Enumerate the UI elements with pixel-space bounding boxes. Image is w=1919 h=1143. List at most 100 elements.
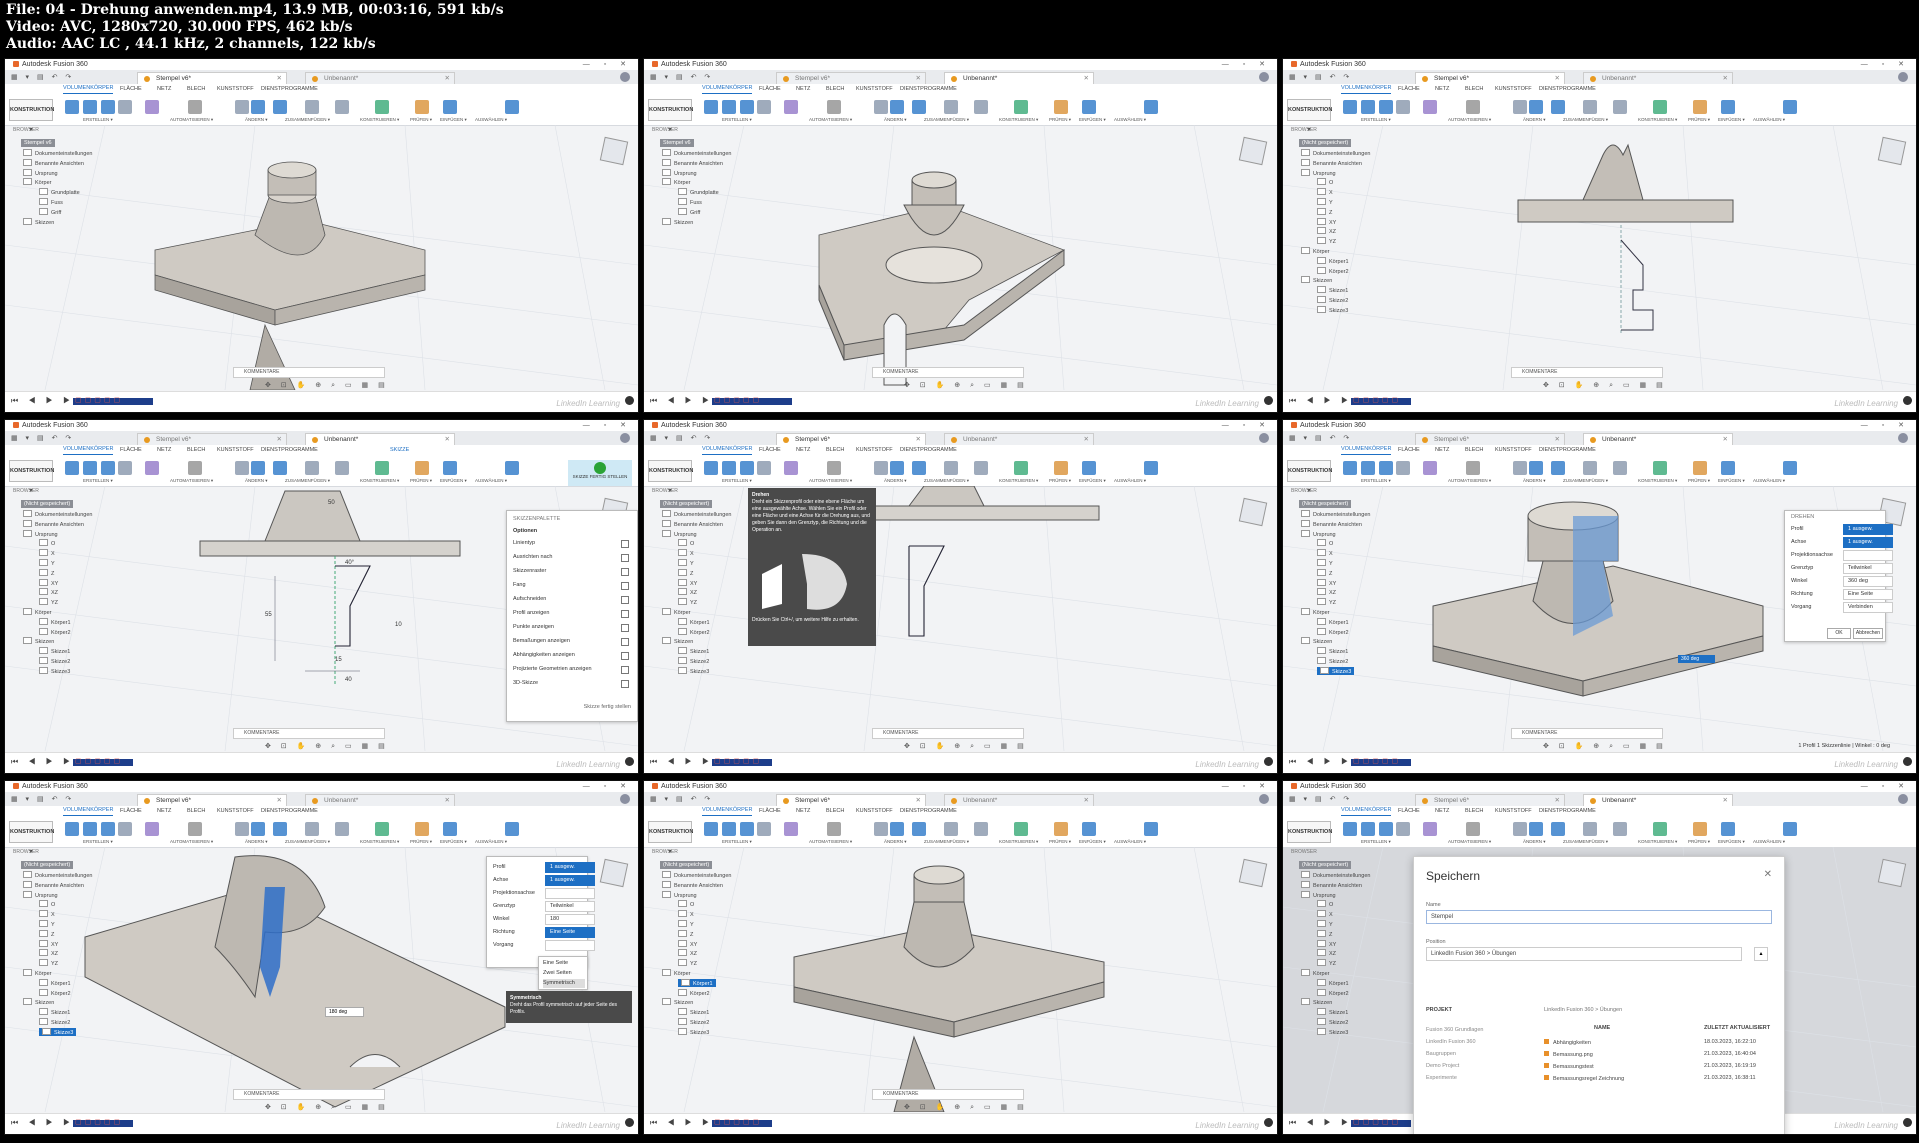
toolbar-group-label[interactable]: ZUSAMMENFÜGEN ▾ <box>285 117 330 123</box>
toolbar-group-label[interactable]: ÄNDERN ▾ <box>884 478 907 484</box>
revolve-param-row[interactable]: Winkel 360 deg <box>1791 575 1893 587</box>
toolbar-tool-icon[interactable] <box>944 100 958 114</box>
view-cube[interactable] <box>1238 858 1268 888</box>
window-controls[interactable]: — ▫ ✕ <box>1861 781 1910 792</box>
browser-item[interactable]: X <box>39 910 55 918</box>
param-value[interactable]: 1 ausgew. <box>545 875 595 886</box>
toolbar-tool-icon[interactable] <box>740 100 754 114</box>
file-row[interactable]: Bemassungsregel Zeichnung 21.03.2023, 16:… <box>1544 1075 1774 1082</box>
doc-tab-unbenannt[interactable]: Unbenannt* ✕ <box>944 72 1094 84</box>
toolbar-group-label[interactable]: ERSTELLEN ▾ <box>1361 117 1391 123</box>
toolbar-tool-icon[interactable] <box>118 461 132 475</box>
toolbar-group-label[interactable]: EINFÜGEN ▾ <box>440 117 467 123</box>
browser-item[interactable]: Körper <box>23 608 52 616</box>
param-value[interactable]: Eine Seite <box>545 927 595 938</box>
browser-item[interactable]: X <box>1317 188 1333 196</box>
browser-item[interactable]: Körper <box>1301 608 1330 616</box>
browser-item[interactable]: Dokumenteinstellungen <box>662 510 731 518</box>
toolbar-tool-icon[interactable] <box>375 461 389 475</box>
toolbar-tool-icon[interactable] <box>505 100 519 114</box>
doc-tab-unbenannt[interactable]: Unbenannt* ✕ <box>305 72 455 84</box>
toolbar-group-label[interactable]: EINFÜGEN ▾ <box>1079 839 1106 845</box>
browser-item[interactable]: Körper2 <box>1317 627 1349 636</box>
window-controls[interactable]: — ▫ ✕ <box>583 781 632 792</box>
doc-tab-stempel[interactable]: Stempel v6* ✕ <box>1415 72 1565 84</box>
browser-item[interactable]: Skizzen <box>662 998 693 1006</box>
toolbar-tool-icon[interactable] <box>1379 461 1393 475</box>
browser-item[interactable]: Grundplatte <box>39 188 80 196</box>
toolbar-group-label[interactable]: EINFÜGEN ▾ <box>1079 478 1106 484</box>
toolbar-tool-icon[interactable] <box>874 100 888 114</box>
browser-item[interactable]: Griff <box>39 207 61 216</box>
param-value[interactable]: 1 ausgew. <box>545 862 595 873</box>
menu-tab-1[interactable]: FLÄCHE <box>1398 84 1420 95</box>
palette-option-row[interactable]: Bemaßungen anzeigen <box>513 635 631 647</box>
browser-item[interactable]: Skizze3 <box>678 1027 709 1036</box>
toolbar-tool-icon[interactable] <box>1529 822 1543 836</box>
browser-item[interactable]: Benannte Ansichten <box>662 880 723 889</box>
menu-tab-4[interactable]: KUNSTSTOFF <box>856 445 893 456</box>
browser-item[interactable]: Körper2 <box>1317 266 1349 275</box>
comments-bar[interactable]: KOMMENTARE <box>872 728 1024 739</box>
menu-tab-5[interactable]: DIENSTPROGRAMME <box>1539 806 1596 817</box>
browser-item[interactable]: Skizzen <box>662 637 693 645</box>
toolbar-tool-icon[interactable] <box>757 822 771 836</box>
location-field[interactable]: LinkedIn Fusion 360 > Übungen <box>1426 947 1742 961</box>
browser-item[interactable]: XZ <box>1317 949 1336 957</box>
column-name[interactable]: NAME <box>1594 1025 1610 1031</box>
toolbar-tool-icon[interactable] <box>118 822 132 836</box>
browser-item[interactable]: Y <box>39 559 55 567</box>
browser-item[interactable]: Körper2 <box>39 988 71 997</box>
browser-item[interactable]: Körper2 <box>678 988 710 997</box>
toolbar-tool-icon[interactable] <box>1653 822 1667 836</box>
user-avatar[interactable] <box>620 794 630 804</box>
comments-bar[interactable]: KOMMENTARE <box>1511 367 1663 378</box>
toolbar-tool-icon[interactable] <box>251 461 265 475</box>
param-value[interactable] <box>545 888 595 899</box>
toolbar-tool-icon[interactable] <box>1529 461 1543 475</box>
timeline-feature-icons[interactable]: ▢▢▢▢▢ <box>714 757 762 765</box>
menu-tab-0[interactable]: VOLUMENKÖRPER <box>63 84 114 94</box>
quick-access-icons[interactable]: ▦ ▾ ▤ ↶ ↷ <box>650 795 713 803</box>
toolbar-tool-icon[interactable] <box>101 822 115 836</box>
browser-item[interactable]: Skizzen <box>662 217 693 226</box>
toolbar-group-label[interactable]: KONSTRUIEREN ▾ <box>999 839 1038 845</box>
browser-item[interactable]: XY <box>39 578 58 587</box>
toolbar-tool-icon[interactable] <box>1054 822 1068 836</box>
browser-item[interactable]: YZ <box>678 959 697 967</box>
toolbar-tool-icon[interactable] <box>305 461 319 475</box>
menu-tab-2[interactable]: NETZ <box>157 445 171 456</box>
browser-item[interactable]: Dokumenteinstellungen <box>662 149 731 157</box>
menu-tab-3[interactable]: BLECH <box>1465 84 1483 95</box>
toolbar-tool-icon[interactable] <box>1613 461 1627 475</box>
browser-item[interactable]: Körper <box>662 608 691 616</box>
toolbar-group-label[interactable]: ERSTELLEN ▾ <box>722 839 752 845</box>
revolve-panel[interactable]: DREHEN Profil 1 ausgew. Achse 1 ausgew. Proje… <box>1784 510 1893 642</box>
workspace-selector[interactable]: KONSTRUKTION ▾ <box>9 99 54 133</box>
menu-tab-2[interactable]: NETZ <box>796 445 810 456</box>
browser-item[interactable]: Dokumenteinstellungen <box>1301 149 1370 157</box>
toolbar-group-label[interactable]: ÄNDERN ▾ <box>884 839 907 845</box>
browser-item[interactable]: XZ <box>678 949 697 957</box>
toolbar-tool-icon[interactable] <box>1513 822 1527 836</box>
toolbar-group-label[interactable]: ERSTELLEN ▾ <box>1361 478 1391 484</box>
param-value[interactable]: Eine Seite <box>1843 589 1893 600</box>
timeline-feature-icons[interactable]: ▢▢▢▢▢ <box>714 396 762 404</box>
palette-option-row[interactable]: 3D-Skizze <box>513 677 631 689</box>
timeline-settings-icon[interactable] <box>1903 396 1912 405</box>
navigation-bar[interactable]: ✥ ⊡ ✋ ⊕ ⌕ ▭ ▦ ▤ <box>1543 742 1667 751</box>
toolbar-tool-icon[interactable] <box>305 100 319 114</box>
browser-item[interactable]: Ursprung <box>662 529 697 538</box>
toolbar-tool-icon[interactable] <box>101 461 115 475</box>
toolbar-tool-icon[interactable] <box>1054 461 1068 475</box>
browser-item[interactable]: Z <box>1317 207 1332 216</box>
toolbar-tool-icon[interactable] <box>1466 822 1480 836</box>
param-value[interactable]: 180 <box>545 914 595 925</box>
toolbar-group-label[interactable]: PRÜFEN ▾ <box>410 839 432 845</box>
browser-root[interactable]: Stempel v6 <box>660 139 694 147</box>
toolbar-tool-icon[interactable] <box>912 100 926 114</box>
toolbar-tool-icon[interactable] <box>83 461 97 475</box>
toolbar-tool-icon[interactable] <box>505 461 519 475</box>
toolbar-tool-icon[interactable] <box>443 461 457 475</box>
revolve-panel[interactable]: Profil 1 ausgew. Achse 1 ausgew. Projektions… <box>486 856 595 968</box>
